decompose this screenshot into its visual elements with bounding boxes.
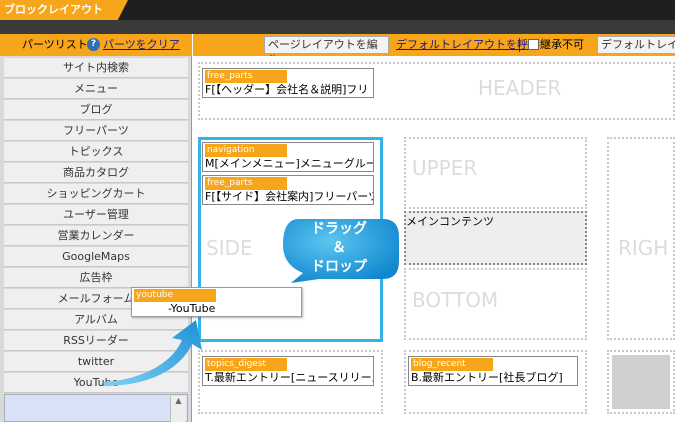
no-inherit-label: 継承不可 — [540, 38, 584, 51]
sidebar-header: パーツリスト ? パーツをクリア — [0, 34, 192, 56]
dragging-youtube-block[interactable]: youtube -YouTube — [131, 287, 302, 317]
callout-line-1: ドラッグ — [311, 221, 367, 237]
clear-parts-link[interactable]: パーツをクリア — [103, 34, 180, 56]
part-tag: blog_recent — [411, 358, 493, 371]
sidebar-empty-area — [4, 394, 188, 422]
right-zone-label: RIGH — [618, 236, 669, 260]
footer-right-placeholder — [612, 355, 670, 409]
callout-line-3: ドロップ — [311, 259, 367, 275]
title-underbar — [0, 20, 675, 34]
help-icon[interactable]: ? — [87, 38, 100, 51]
sidebar-item-googlemaps[interactable]: GoogleMaps — [4, 247, 188, 267]
part-tag: free_parts — [205, 177, 287, 190]
sidebar-item-site-search[interactable]: サイト内検索 — [4, 58, 188, 78]
default-layout-button[interactable]: デフォルトレイアウ — [597, 36, 675, 54]
title-bar: ブロックレイアウト — [0, 0, 675, 20]
load-default-layout-link[interactable]: デフォルトレイアウトを呼出 — [396, 34, 539, 56]
sidebar-item-ad[interactable]: 広告枠 — [4, 268, 188, 288]
part-text: B.最新エントリー[社長ブログ] — [411, 371, 563, 384]
part-text: T.最新エントリー[ニュースリリース — [205, 371, 373, 384]
header-free-parts-block[interactable]: free_parts F[【ヘッダー】会社名＆説明]フリ — [202, 68, 374, 98]
part-tag: free_parts — [205, 70, 287, 83]
drag-drop-callout-text: ドラッグ ＆ ドロップ — [296, 220, 382, 277]
sidebar-scrollbar[interactable]: ▲ — [170, 396, 186, 422]
navigation-block[interactable]: navigation M[メインメニュー]メニューグループ — [202, 142, 374, 172]
side-free-parts-block[interactable]: free_parts F[【サイド】会社案内]フリーパーツ — [202, 175, 374, 205]
part-text: -YouTube — [168, 302, 216, 315]
toolbar-separator — [519, 38, 520, 52]
sidebar-title: パーツリスト — [22, 38, 88, 51]
part-text: M[メインメニュー]メニューグループ — [205, 157, 373, 170]
main-contents-label: メインコンテンツ — [406, 215, 494, 228]
part-text: F[【ヘッダー】会社名＆説明]フリ — [205, 83, 369, 96]
sidebar-item-topics[interactable]: トピックス — [4, 142, 188, 162]
part-text: F[【サイド】会社案内]フリーパーツ — [205, 190, 373, 203]
upper-zone-label: UPPER — [412, 156, 478, 180]
edit-page-layout-button[interactable]: ページレイアウトを編集 — [264, 36, 389, 67]
no-inherit-checkbox[interactable] — [528, 39, 539, 50]
sidebar-item-catalog[interactable]: 商品カタログ — [4, 163, 188, 183]
sidebar-item-menu[interactable]: メニュー — [4, 79, 188, 99]
sidebar-item-free-parts[interactable]: フリーパーツ — [4, 121, 188, 141]
topics-digest-block[interactable]: topics_digest T.最新エントリー[ニュースリリース — [202, 356, 374, 386]
footer-right-zone[interactable] — [607, 350, 675, 414]
callout-line-2: ＆ — [332, 240, 346, 256]
part-tag: youtube — [134, 289, 216, 302]
part-tag: topics_digest — [205, 358, 287, 371]
drag-arrow-icon — [104, 320, 202, 386]
title-tab: ブロックレイアウト — [0, 0, 128, 20]
sidebar-item-user-admin[interactable]: ユーザー管理 — [4, 205, 188, 225]
blog-recent-block[interactable]: blog_recent B.最新エントリー[社長ブログ] — [408, 356, 578, 386]
part-tag: navigation — [205, 144, 287, 157]
side-zone-label: SIDE — [206, 236, 253, 260]
sidebar-item-blog[interactable]: ブログ — [4, 100, 188, 120]
bottom-zone-label: BOTTOM — [412, 288, 499, 312]
sidebar-item-cart[interactable]: ショッピングカート — [4, 184, 188, 204]
header-zone-label: HEADER — [478, 76, 562, 100]
sidebar-item-calendar[interactable]: 営業カレンダー — [4, 226, 188, 246]
